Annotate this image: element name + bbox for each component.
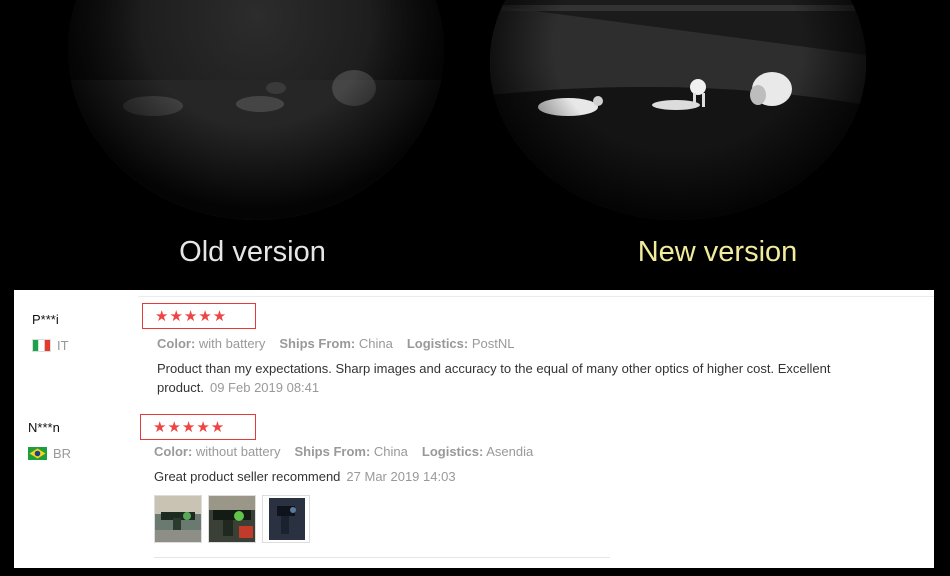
review-text-block: Great product seller recommend 27 Mar 201… — [154, 467, 884, 486]
old-version-caption: Old version — [179, 236, 326, 268]
country-code: BR — [53, 446, 72, 462]
old-version-lens-image — [68, 0, 444, 220]
logistics-value: Asendia — [486, 444, 534, 459]
review-date: 27 Mar 2019 14:03 — [346, 469, 456, 484]
reviewer-country: BR — [28, 445, 72, 462]
logistics-label: Logistics: — [406, 336, 469, 351]
color-value: with battery — [198, 336, 266, 351]
review-photo-thumbnail[interactable] — [208, 495, 256, 543]
review-photo-thumbnail[interactable] — [154, 495, 202, 543]
color-label: Color: — [154, 444, 193, 459]
reviews-panel: P***i IT ★★★★★ Color: with battery Ships … — [14, 290, 934, 568]
logistics-value: PostNL — [471, 336, 515, 351]
country-code: IT — [57, 338, 69, 354]
ships-from-value: China — [358, 336, 393, 351]
star-rating-stars: ★★★★★ — [155, 307, 228, 325]
star-rating-stars: ★★★★★ — [153, 418, 226, 436]
divider — [138, 296, 934, 297]
new-version-lens-image — [490, 0, 866, 220]
color-value: without battery — [195, 444, 281, 459]
reviewer-name: N***n — [28, 420, 60, 435]
reviewer-country: IT — [32, 337, 69, 354]
ships-from-label: Ships From: — [294, 444, 371, 459]
flag-italy-icon — [32, 339, 51, 353]
flag-brazil-icon — [28, 447, 47, 461]
ships-from-label: Ships From: — [279, 336, 356, 351]
star-rating: ★★★★★ — [140, 414, 256, 440]
logistics-label: Logistics: — [421, 444, 484, 459]
review-date: 09 Feb 2019 08:41 — [209, 380, 320, 395]
review-meta: Color: with battery Ships From: China Logi… — [157, 336, 515, 351]
review-text-block: Product than my expectations. Sharp imag… — [157, 359, 887, 397]
ships-from-value: China — [373, 444, 408, 459]
divider — [154, 557, 610, 558]
reviewer-name: P***i — [32, 312, 59, 327]
color-label: Color: — [157, 336, 196, 351]
review-photo-thumbnail[interactable] — [262, 495, 310, 543]
review-text: Great product seller recommend — [154, 469, 341, 484]
review-photos — [154, 495, 310, 543]
comparison-banner: Old version New version — [0, 0, 950, 290]
review-meta: Color: without battery Ships From: China L… — [154, 444, 533, 459]
star-rating: ★★★★★ — [142, 303, 256, 329]
new-version-caption: New version — [637, 236, 798, 268]
